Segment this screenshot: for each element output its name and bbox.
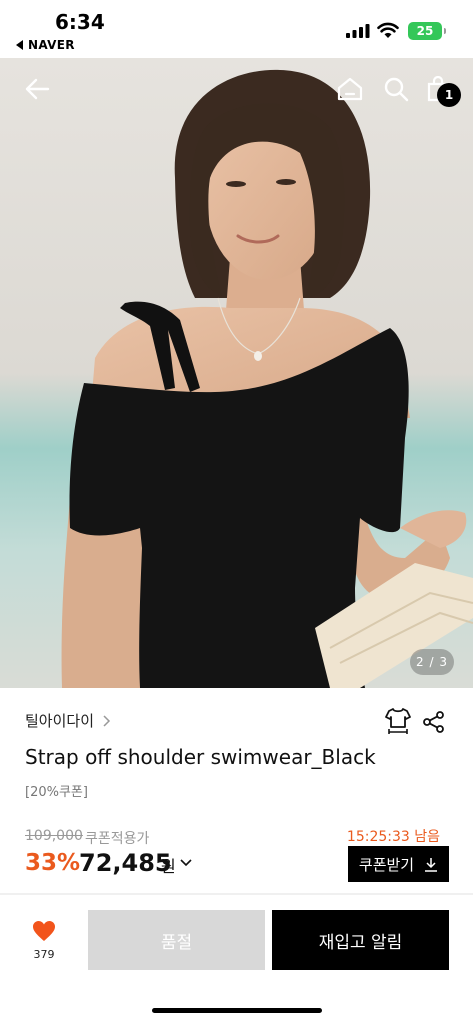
brand-name: 틸아이다이: [25, 712, 95, 730]
get-coupon-button[interactable]: 쿠폰받기: [348, 846, 449, 882]
like-button[interactable]: 379: [24, 920, 64, 961]
product-title: Strap off shoulder swimwear_Black: [25, 745, 376, 769]
back-to-app-link[interactable]: NAVER: [16, 38, 75, 52]
home-indicator: [152, 1008, 322, 1013]
coupon-tag: [20%쿠폰]: [25, 785, 88, 800]
original-price: 109,000: [25, 828, 83, 844]
chevron-down-icon[interactable]: [180, 858, 192, 868]
get-coupon-label: 쿠폰받기: [358, 855, 415, 874]
brand-link[interactable]: 틸아이다이: [25, 710, 112, 731]
discount-rate: 33%: [25, 850, 81, 876]
wifi-icon: [377, 22, 399, 38]
section-divider: [0, 893, 473, 895]
coupon-price-label: 쿠폰적용가: [85, 831, 150, 847]
sale-price: 72,485: [79, 849, 172, 877]
download-icon: [425, 857, 438, 872]
image-page-indicator: 2 / 3: [410, 649, 454, 675]
search-icon[interactable]: [381, 74, 411, 104]
share-icon[interactable]: [423, 711, 445, 733]
status-bar: 6:34 NAVER 25: [0, 0, 473, 58]
battery-indicator: 25: [408, 22, 446, 40]
coupon-timer: 15:25:33 남음: [346, 829, 440, 845]
currency-label: 원: [161, 857, 176, 876]
status-time: 6:34: [55, 10, 105, 34]
back-arrow-icon[interactable]: [22, 74, 52, 104]
signal-icon: [346, 24, 370, 38]
home-icon[interactable]: [335, 74, 365, 104]
restock-alert-button[interactable]: 재입고 알림: [272, 910, 449, 970]
size-guide-icon[interactable]: [385, 707, 411, 735]
chevron-right-icon: [103, 714, 111, 727]
soldout-button: 품절: [88, 910, 265, 970]
product-image-gallery[interactable]: 1 2 / 3: [0, 58, 473, 688]
product-photo: [0, 58, 473, 688]
heart-icon: [33, 921, 55, 941]
back-triangle-icon: [16, 40, 23, 50]
like-count: 379: [33, 948, 55, 961]
back-app-name: NAVER: [28, 38, 75, 52]
cart-count-badge: 1: [437, 83, 461, 107]
